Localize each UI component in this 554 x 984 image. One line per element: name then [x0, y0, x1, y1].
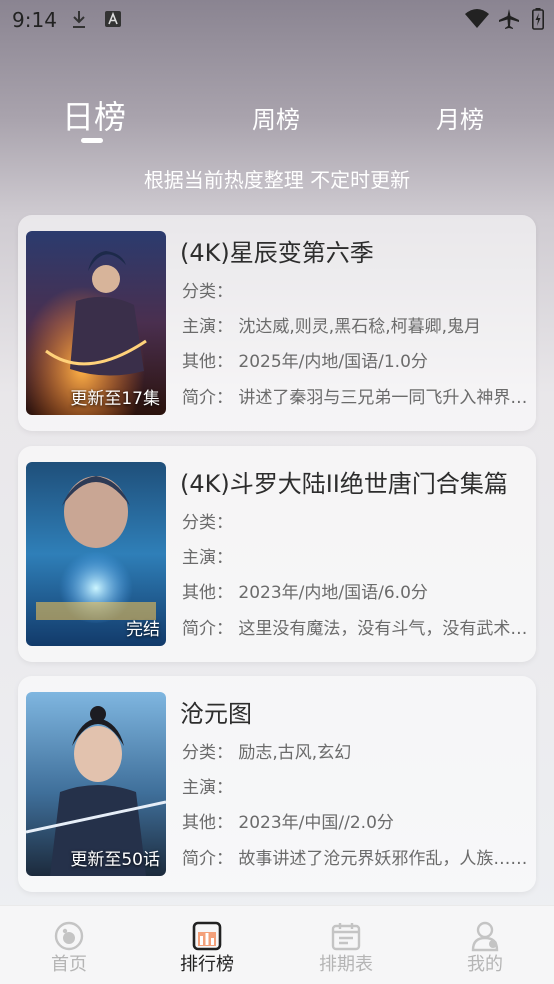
bottom-navigation: 首页 排行榜 排期表 我的	[0, 905, 554, 984]
ranking-card[interactable]: 更新至50话 沧元图 分类： 励志,古风,玄幻 主演： 其他： 2023年/中国…	[18, 676, 536, 892]
notification-a-icon	[104, 9, 122, 34]
wifi-icon	[464, 8, 490, 35]
calendar-icon	[330, 920, 362, 952]
airplane-mode-icon	[498, 8, 520, 35]
home-icon	[53, 920, 85, 952]
other-text: 其他： 2023年/内地/国语/6.0分	[182, 583, 428, 603]
episode-badge: 更新至50话	[70, 850, 160, 870]
card-title: (4K)斗罗大陆II绝世唐门合集篇	[180, 470, 508, 498]
cast-text: 主演：	[182, 778, 233, 798]
ranking-tabs: 日榜 周榜 月榜	[0, 92, 554, 142]
cast-text: 主演： 沈达威,则灵,黑石稔,柯暮卿,鬼月	[182, 317, 482, 337]
card-title: 沧元图	[180, 700, 252, 728]
poster-image: 更新至50话	[26, 692, 166, 876]
cast-text: 主演：	[182, 548, 233, 568]
profile-icon	[469, 920, 501, 952]
active-tab-indicator	[81, 138, 103, 143]
other-text: 其他： 2023年/中国//2.0分	[182, 813, 394, 833]
intro-text: 简介： 这里没有魔法，没有斗气，没有武术……	[182, 619, 528, 639]
card-title: (4K)星辰变第六季	[180, 239, 374, 267]
nav-mine[interactable]: 我的	[435, 906, 535, 984]
other-text: 其他： 2025年/内地/国语/1.0分	[182, 352, 428, 372]
nav-home-label: 首页	[51, 954, 87, 975]
status-bar: 9:14	[0, 0, 554, 40]
ranking-card[interactable]: 完结 (4K)斗罗大陆II绝世唐门合集篇 分类： 主演： 其他： 2023年/内…	[18, 446, 536, 662]
ranking-card[interactable]: 更新至17集 (4K)星辰变第六季 分类： 主演： 沈达威,则灵,黑石稔,柯暮卿…	[18, 215, 536, 431]
nav-home[interactable]: 首页	[19, 906, 119, 984]
nav-mine-label: 我的	[467, 954, 503, 975]
nav-schedule-label: 排期表	[319, 954, 373, 975]
poster-image: 完结	[26, 462, 166, 646]
status-time: 9:14	[12, 8, 57, 32]
category-text: 分类：	[182, 513, 233, 533]
poster-image: 更新至17集	[26, 231, 166, 415]
ranking-subtitle: 根据当前热度整理 不定时更新	[143, 168, 411, 192]
ranking-icon	[191, 920, 223, 952]
episode-badge: 更新至17集	[70, 389, 160, 409]
download-icon	[70, 9, 88, 34]
category-text: 分类： 励志,古风,玄幻	[182, 743, 352, 763]
intro-text: 简介： 讲述了秦羽与三兄弟一同飞升入神界……	[182, 388, 528, 408]
tab-monthly[interactable]: 月榜	[436, 100, 484, 135]
intro-text: 简介： 故事讲述了沧元界妖邪作乱，人族……	[182, 849, 528, 869]
battery-icon	[532, 8, 544, 35]
tab-daily[interactable]: 日榜	[62, 92, 126, 138]
tab-weekly[interactable]: 周榜	[252, 100, 300, 135]
nav-ranking[interactable]: 排行榜	[157, 906, 257, 984]
nav-schedule[interactable]: 排期表	[296, 906, 396, 984]
nav-ranking-label: 排行榜	[180, 954, 234, 975]
episode-badge: 完结	[126, 620, 160, 640]
category-text: 分类：	[182, 282, 233, 302]
